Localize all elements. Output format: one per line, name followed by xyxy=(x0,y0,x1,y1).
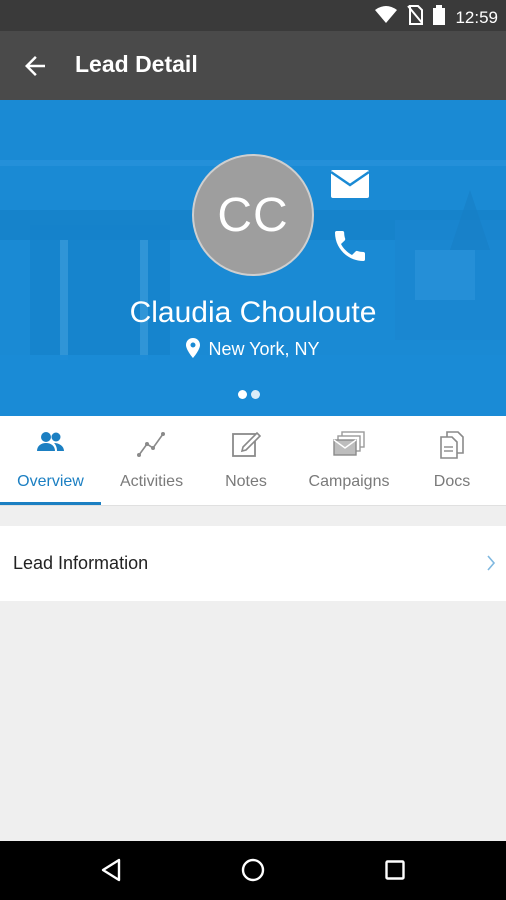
location-text: New York, NY xyxy=(208,339,320,359)
app-bar: Lead Detail xyxy=(0,31,506,100)
tab-bar: Overview Activities Notes Campaigns Docs xyxy=(0,416,506,506)
lead-location: New York, NY xyxy=(0,338,506,363)
tab-notes[interactable]: Notes xyxy=(202,416,290,505)
status-icons: 12:59 xyxy=(375,5,498,30)
chevron-right-icon xyxy=(486,554,496,577)
notes-icon xyxy=(231,430,262,463)
back-triangle-icon xyxy=(100,858,122,886)
tab-label: Activities xyxy=(119,473,184,490)
page-dot xyxy=(251,390,260,399)
section-label: Lead Information xyxy=(13,553,149,573)
recents-square-icon xyxy=(385,860,405,884)
page-title: Lead Detail xyxy=(75,51,198,77)
wifi-icon xyxy=(375,6,398,29)
page-indicator xyxy=(238,390,260,399)
battery-icon xyxy=(433,5,446,30)
no-sim-icon xyxy=(407,5,425,30)
nav-home-button[interactable] xyxy=(241,858,265,887)
mail-icon xyxy=(330,170,370,204)
nav-back-button[interactable] xyxy=(100,858,122,887)
people-icon xyxy=(36,430,66,459)
activity-chart-icon xyxy=(136,430,167,463)
status-bar: 12:59 xyxy=(0,0,506,31)
arrow-left-icon xyxy=(20,56,50,85)
tab-docs[interactable]: Docs xyxy=(408,416,496,505)
location-pin-icon xyxy=(186,338,201,363)
phone-icon xyxy=(330,231,370,270)
tab-label: Docs xyxy=(433,473,471,490)
call-button[interactable] xyxy=(330,226,370,266)
avatar: CC xyxy=(192,154,314,276)
active-tab-indicator xyxy=(0,502,101,505)
tab-label: Campaigns xyxy=(308,473,390,490)
email-button[interactable] xyxy=(330,168,370,200)
nav-recents-button[interactable] xyxy=(385,860,405,885)
campaigns-icon xyxy=(332,430,366,463)
lead-header: CC Claudia Chouloute New York, NY xyxy=(0,100,506,416)
docs-icon xyxy=(438,430,466,465)
tab-activities[interactable]: Activities xyxy=(101,416,202,505)
lead-information-row[interactable]: Lead Information xyxy=(0,526,506,601)
status-time: 12:59 xyxy=(455,7,498,27)
tab-overview[interactable]: Overview xyxy=(0,416,101,505)
system-nav-bar xyxy=(0,841,506,900)
tab-label: Overview xyxy=(17,473,84,490)
tab-label: Notes xyxy=(225,473,267,490)
back-button[interactable] xyxy=(20,51,50,81)
page-dot-active xyxy=(238,390,247,399)
home-circle-icon xyxy=(241,858,265,886)
tab-campaigns[interactable]: Campaigns xyxy=(290,416,408,505)
lead-name: Claudia Chouloute xyxy=(129,296,377,329)
